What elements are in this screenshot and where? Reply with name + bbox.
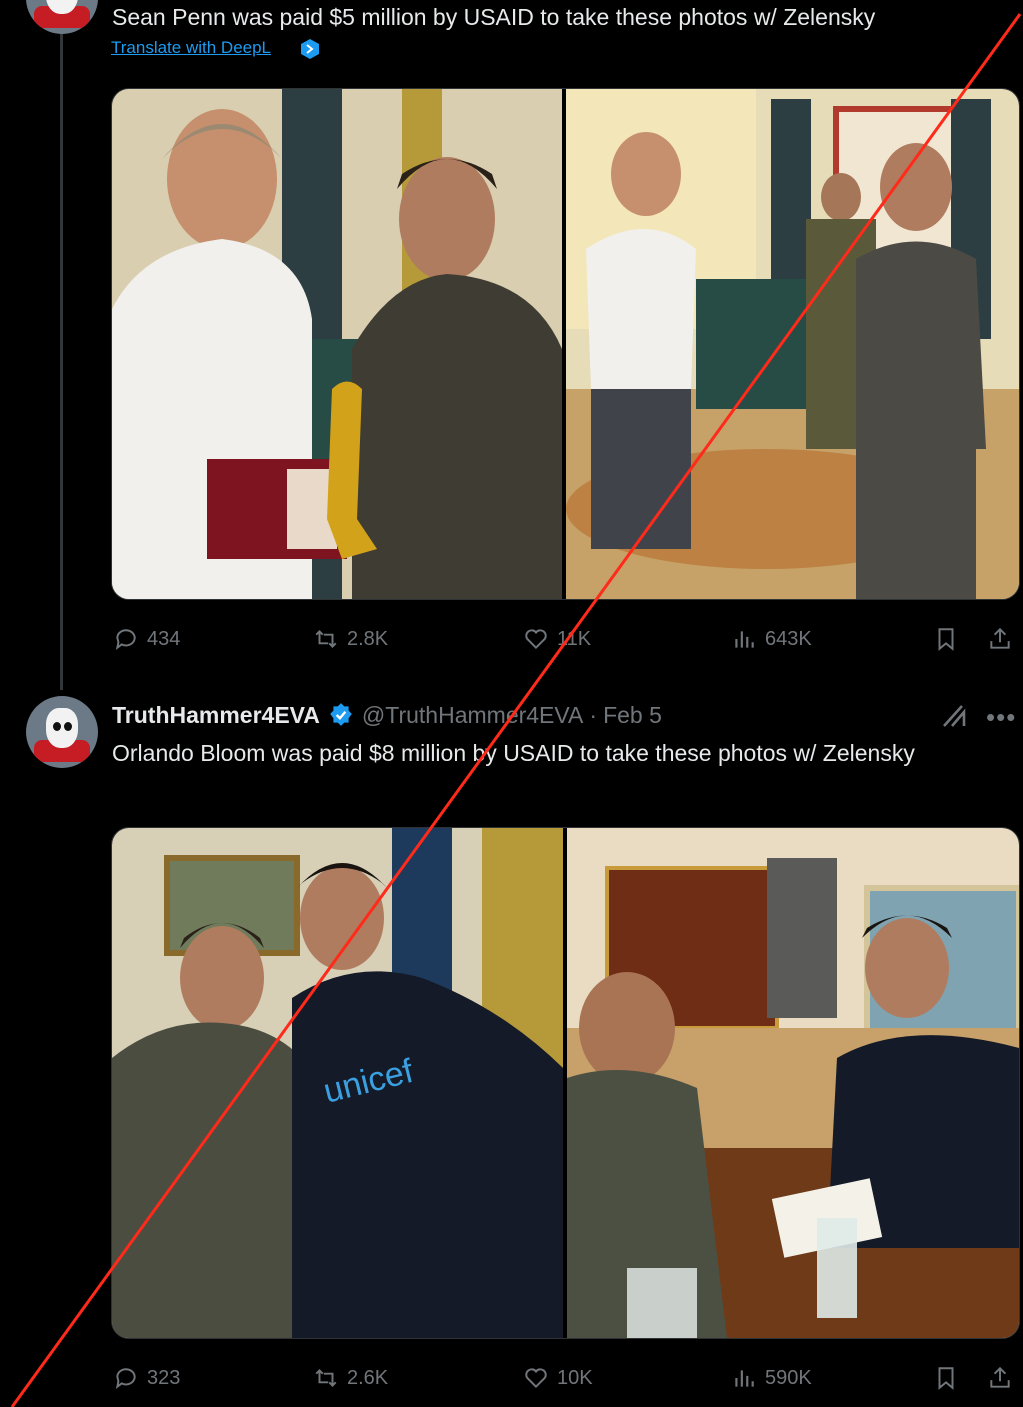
- views-button[interactable]: 643K: [731, 619, 812, 659]
- separator: ·: [589, 701, 598, 728]
- share-icon: [990, 627, 1010, 649]
- like-count: 11K: [557, 627, 592, 650]
- handle[interactable]: @TruthHammer4EVA: [362, 702, 583, 729]
- views-button[interactable]: 590K: [731, 1358, 812, 1398]
- repost-button[interactable]: 2.6K: [313, 1358, 388, 1398]
- repost-icon: [315, 630, 337, 648]
- bookmark-icon: [938, 628, 954, 651]
- like-count: 10K: [557, 1366, 593, 1389]
- like-icon: [525, 629, 547, 650]
- avatar[interactable]: [26, 0, 98, 34]
- bookmark-button[interactable]: [933, 619, 959, 659]
- bookmark-button[interactable]: [933, 1358, 959, 1398]
- repost-count: 2.8K: [347, 627, 389, 650]
- reply-count: 434: [147, 627, 181, 650]
- photo[interactable]: [112, 89, 562, 599]
- bookmark-icon: [938, 1367, 954, 1390]
- like-button[interactable]: 10K: [523, 1358, 593, 1398]
- repost-icon: [315, 1369, 337, 1387]
- avatar[interactable]: [26, 696, 98, 768]
- photo[interactable]: unicef: [112, 828, 563, 1338]
- reply-icon: [115, 629, 136, 650]
- verified-badge-icon: [330, 703, 352, 726]
- media-grid[interactable]: unicef: [111, 827, 1020, 1339]
- thread-line: [60, 0, 63, 690]
- reply-count: 323: [147, 1366, 181, 1389]
- like-button[interactable]: 11K: [523, 619, 591, 659]
- reply-icon: [115, 1368, 136, 1389]
- deepl-icon: [301, 39, 319, 59]
- repost-button[interactable]: 2.8K: [313, 619, 388, 659]
- timestamp[interactable]: Feb 5: [603, 702, 662, 729]
- tweet-header: TruthHammer4EVA @TruthHammer4EVA · Feb 5: [112, 698, 662, 732]
- tweet-text: Sean Penn was paid $5 million by USAID t…: [112, 4, 876, 30]
- display-name[interactable]: TruthHammer4EVA: [112, 702, 320, 729]
- repost-count: 2.6K: [347, 1366, 389, 1389]
- grok-icon[interactable]: [940, 700, 970, 730]
- translate-link[interactable]: Translate with DeepL: [111, 38, 271, 58]
- views-icon: [735, 631, 754, 648]
- photo[interactable]: [567, 828, 1019, 1338]
- views-count: 590K: [765, 1366, 812, 1389]
- reply-button[interactable]: 434: [113, 619, 180, 659]
- action-bar: 323 2.6K 10K 590K: [111, 1358, 1021, 1398]
- views-count: 643K: [765, 627, 812, 650]
- views-icon: [735, 1370, 754, 1387]
- photo[interactable]: [566, 89, 1019, 599]
- action-bar: 434 2.8K 11K 643K: [111, 619, 1021, 659]
- share-button[interactable]: [987, 619, 1013, 659]
- more-icon[interactable]: •••: [986, 702, 1016, 733]
- media-grid[interactable]: [111, 88, 1020, 600]
- share-icon: [990, 1366, 1010, 1388]
- share-button[interactable]: [987, 1358, 1013, 1398]
- like-icon: [525, 1368, 547, 1389]
- tweet-text: Orlando Bloom was paid $8 million by USA…: [112, 740, 915, 766]
- reply-button[interactable]: 323: [113, 1358, 180, 1398]
